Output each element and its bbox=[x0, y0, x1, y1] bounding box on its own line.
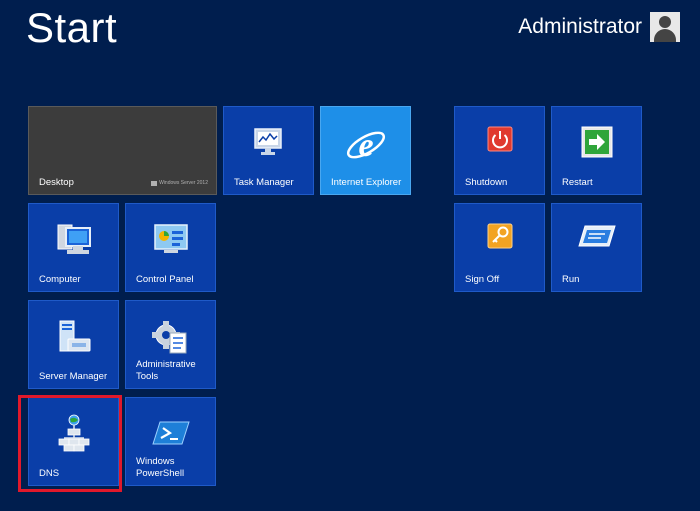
user-account[interactable]: Administrator bbox=[518, 10, 680, 44]
tile-label: Internet Explorer bbox=[331, 177, 402, 188]
avatar[interactable] bbox=[650, 12, 680, 42]
tile-administrative-tools[interactable]: Administrative Tools bbox=[125, 300, 216, 389]
tile-label: Administrative Tools bbox=[136, 359, 196, 382]
svg-text:e: e bbox=[358, 127, 373, 164]
tile-run[interactable]: Run bbox=[551, 203, 642, 292]
tile-label: DNS bbox=[39, 468, 60, 479]
tile-sign-off[interactable]: Sign Off bbox=[454, 203, 545, 292]
tile-internet-explorer[interactable]: e Internet Explorer bbox=[320, 106, 411, 195]
tile-desktop[interactable]: Desktop Windows Server 2012 bbox=[28, 106, 217, 195]
run-window-icon bbox=[577, 225, 616, 247]
tile-label: Shutdown bbox=[465, 177, 508, 188]
tile-label: Task Manager bbox=[234, 177, 294, 188]
powershell-icon bbox=[151, 421, 190, 445]
tile-control-panel[interactable]: Control Panel bbox=[125, 203, 216, 292]
tile-computer[interactable]: Computer bbox=[28, 203, 119, 292]
page-title: Start bbox=[26, 4, 118, 51]
server-icon bbox=[59, 320, 90, 352]
ie-logo-icon: e bbox=[346, 127, 385, 164]
windows-logo-icon bbox=[151, 180, 158, 186]
green-arrow-icon bbox=[581, 126, 612, 158]
tile-server-manager[interactable]: Server Manager bbox=[28, 300, 119, 389]
user-name: Administrator bbox=[518, 15, 642, 38]
tile-shutdown[interactable]: Shutdown bbox=[454, 106, 545, 195]
tile-label: Server Manager bbox=[39, 371, 108, 382]
tile-label: Computer bbox=[39, 274, 81, 285]
tile-task-manager[interactable]: Task Manager bbox=[223, 106, 314, 195]
tile-restart[interactable]: Restart bbox=[551, 106, 642, 195]
windows-server-brand: Windows Server 2012 bbox=[151, 180, 208, 186]
tile-dns[interactable]: DNS bbox=[28, 397, 119, 486]
tile-label: Run bbox=[562, 274, 580, 285]
tile-windows-powershell[interactable]: Windows PowerShell bbox=[125, 397, 216, 486]
tile-label: Sign Off bbox=[465, 274, 500, 285]
computer-icon bbox=[57, 224, 91, 254]
monitor-chart-icon bbox=[253, 128, 282, 155]
gear-checklist-icon bbox=[151, 321, 186, 354]
network-globe-icon bbox=[58, 414, 89, 452]
key-icon bbox=[487, 223, 512, 249]
tile-label: Control Panel bbox=[136, 274, 194, 285]
power-icon bbox=[487, 126, 512, 152]
tile-label: Restart bbox=[562, 177, 593, 188]
tile-label: Windows PowerShell bbox=[136, 456, 185, 479]
control-panel-icon bbox=[153, 224, 188, 253]
